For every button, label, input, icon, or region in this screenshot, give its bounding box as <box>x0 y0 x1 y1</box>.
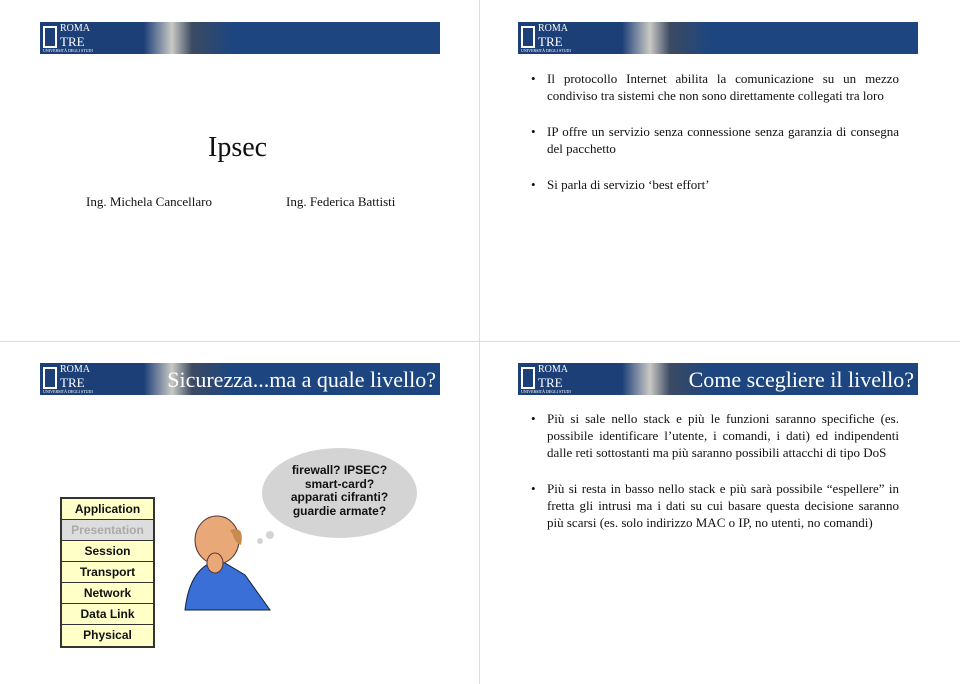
osi-stack: Application Presentation Session Transpo… <box>60 497 155 648</box>
banner: ROMA TRE UNIVERSITÀ DEGLI STUDI Come scegl… <box>518 363 918 395</box>
author-1: Ing. Michela Cancellaro <box>86 194 212 209</box>
bullet: IP offre un servizio senza connessione s… <box>531 123 899 157</box>
bullet: Più si resta in basso nello stack e più … <box>531 480 899 531</box>
slide-title: Sicurezza...ma a quale livello? <box>167 367 436 392</box>
bullet: Più si sale nello stack e più le funzion… <box>531 410 899 461</box>
slide-title: Ipsec <box>208 132 268 163</box>
bullet: Si parla di servizio ‘best effort’ <box>531 176 899 193</box>
thought-line: smart-card? <box>304 476 375 491</box>
roma-tre-logo: ROMA TRE UNIVERSITÀ DEGLI STUDI <box>43 23 93 53</box>
roma-tre-logo: ROMA TRE UNIVERSITÀ DEGLI STUDI <box>521 364 571 394</box>
slide-1: ROMA TRE UNIVERSITÀ DEGLI STUDI Ipsec Ing.… <box>0 0 480 342</box>
slide-title: Come scegliere il livello? <box>688 367 914 392</box>
author-2: Ing. Federica Battisti <box>286 194 396 209</box>
layer-presentation: Presentation <box>62 520 153 541</box>
banner: ROMA TRE UNIVERSITÀ DEGLI STUDI <box>40 22 440 54</box>
thinking-man-illustration <box>184 515 274 611</box>
layer-network: Network <box>62 583 153 604</box>
roma-tre-logo: ROMA TRE UNIVERSITÀ DEGLI STUDI <box>43 364 93 394</box>
thought-line: firewall? IPSEC? <box>291 463 388 477</box>
bullet-list: Il protocollo Internet abilita la comuni… <box>531 70 899 212</box>
thought-line: apparati cifranti? <box>290 490 389 504</box>
bullet: Il protocollo Internet abilita la comuni… <box>531 70 899 104</box>
banner: ROMA TRE UNIVERSITÀ DEGLI STUDI <box>518 22 918 54</box>
layer-session: Session <box>62 541 153 562</box>
bullet-list: Più si sale nello stack e più le funzion… <box>531 410 899 550</box>
layer-transport: Transport <box>62 562 153 583</box>
layer-application: Application <box>62 499 153 520</box>
layer-physical: Physical <box>62 625 153 646</box>
banner: ROMA TRE UNIVERSITÀ DEGLI STUDI Sicurezza.… <box>40 363 440 395</box>
slide-4: ROMA TRE UNIVERSITÀ DEGLI STUDI Come scegl… <box>478 341 958 683</box>
thought-text: firewall? IPSEC? smart-card? apparati ci… <box>262 463 417 518</box>
roma-tre-logo: ROMA TRE UNIVERSITÀ DEGLI STUDI <box>521 23 571 53</box>
layer-data-link: Data Link <box>62 604 153 625</box>
thought-line: guardie armate? <box>292 503 387 518</box>
slide-2: ROMATREUNIVERSITÀ DEGLI STUDI Il protoco… <box>478 0 958 342</box>
